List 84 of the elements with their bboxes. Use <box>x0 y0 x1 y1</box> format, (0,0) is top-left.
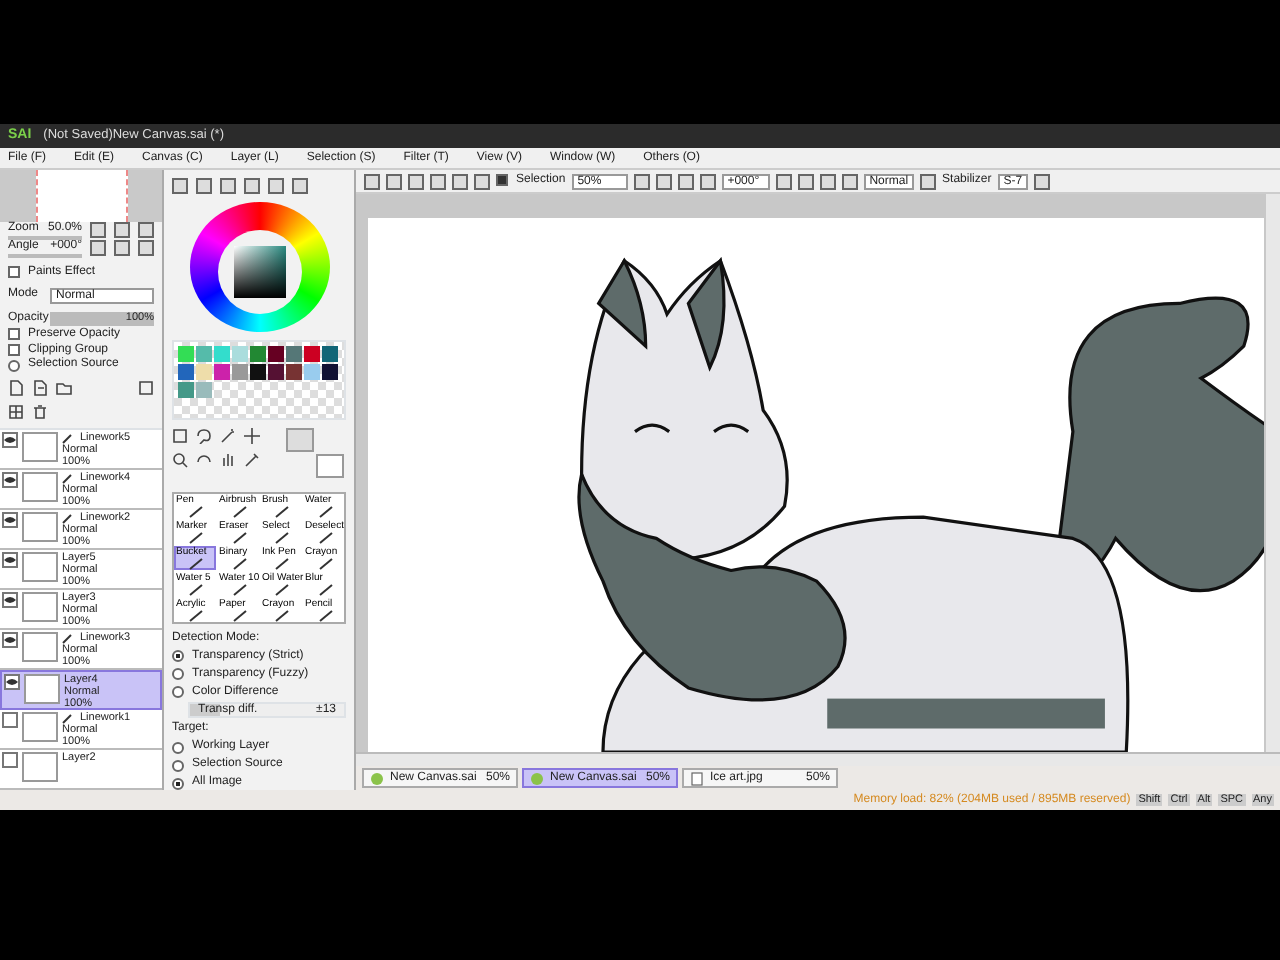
pen-icon <box>62 713 72 724</box>
visibility-toggle[interactable] <box>4 674 20 691</box>
folder-icon[interactable] <box>56 380 72 397</box>
file-icon <box>690 771 704 785</box>
pen-icon <box>62 473 72 484</box>
radio-button[interactable] <box>172 668 184 681</box>
visibility-toggle[interactable] <box>2 752 18 769</box>
zoom-icon[interactable] <box>172 451 188 468</box>
radio-button[interactable] <box>172 685 184 698</box>
color-swatch[interactable] <box>304 346 320 363</box>
color-swatch[interactable] <box>322 364 338 381</box>
layer-thumbnail <box>24 674 60 705</box>
eye-icon <box>4 514 16 527</box>
layer-thumbnail <box>22 512 58 543</box>
eye-icon <box>4 474 16 487</box>
radio-button[interactable] <box>172 741 184 754</box>
rotate-icon[interactable] <box>196 451 212 468</box>
color-swatch[interactable] <box>232 346 248 363</box>
layer-thumbnail <box>22 752 58 783</box>
layer-thumbnail <box>22 712 58 743</box>
color-swatch[interactable] <box>196 346 212 363</box>
color-swatch[interactable] <box>178 346 194 363</box>
visibility-toggle[interactable] <box>2 712 18 729</box>
layer-thumbnail <box>22 432 58 463</box>
color-square[interactable] <box>233 246 285 298</box>
radio-button[interactable] <box>172 759 184 772</box>
eye-icon <box>6 676 18 689</box>
layer-thumbnail <box>22 472 58 503</box>
checkbox[interactable] <box>496 174 508 187</box>
pen-icon <box>62 513 72 524</box>
layer-thumbnail <box>22 592 58 623</box>
lasso-icon[interactable] <box>196 427 212 444</box>
eye-icon <box>4 554 16 567</box>
new-file-icon[interactable] <box>32 380 48 397</box>
radio-button[interactable] <box>8 359 20 372</box>
color-swatch[interactable] <box>286 346 302 363</box>
toolbar-button[interactable] <box>1034 173 1051 189</box>
visibility-toggle[interactable] <box>2 432 18 449</box>
visibility-toggle[interactable] <box>2 592 18 609</box>
color-swatch[interactable] <box>178 382 194 399</box>
eyedropper-icon[interactable] <box>244 451 260 468</box>
color-swatch[interactable] <box>286 364 302 381</box>
color-swatch[interactable] <box>214 364 230 381</box>
document-icon <box>530 771 544 785</box>
visibility-toggle[interactable] <box>2 552 18 569</box>
new-file-icon[interactable] <box>8 380 24 397</box>
wand-icon[interactable] <box>220 427 236 444</box>
color-swatch[interactable] <box>214 346 230 363</box>
background-color[interactable] <box>316 453 344 478</box>
slider-track[interactable] <box>8 253 82 258</box>
eye-icon <box>4 434 16 447</box>
checkbox[interactable] <box>8 343 20 356</box>
grid-icon[interactable] <box>8 404 24 421</box>
color-swatch[interactable] <box>250 364 266 381</box>
color-swatch[interactable] <box>268 364 284 381</box>
selection-rect-icon[interactable] <box>172 427 188 444</box>
eye-icon <box>4 634 16 647</box>
color-swatch[interactable] <box>322 346 338 363</box>
visibility-toggle[interactable] <box>2 472 18 489</box>
color-swatch[interactable] <box>196 364 212 381</box>
visibility-toggle[interactable] <box>2 632 18 649</box>
foreground-color[interactable] <box>286 427 314 452</box>
square-icon[interactable] <box>138 380 154 397</box>
eye-icon <box>4 594 16 607</box>
toolbar-button[interactable] <box>920 173 937 189</box>
pen-icon <box>62 433 72 444</box>
color-swatch[interactable] <box>232 364 248 381</box>
expand-toggle[interactable] <box>8 266 20 279</box>
checkbox[interactable] <box>8 328 20 341</box>
radio-button[interactable] <box>172 777 184 790</box>
trash-icon[interactable] <box>32 404 48 421</box>
slider-track[interactable] <box>8 235 82 240</box>
layer-thumbnail <box>22 632 58 663</box>
layer-thumbnail <box>22 552 58 583</box>
pen-icon <box>62 633 72 644</box>
color-swatch[interactable] <box>250 346 266 363</box>
move-icon[interactable] <box>244 427 260 444</box>
visibility-toggle[interactable] <box>2 512 18 529</box>
radio-button[interactable] <box>172 650 184 663</box>
color-swatch[interactable] <box>196 382 212 399</box>
color-swatch[interactable] <box>178 364 194 381</box>
document-icon <box>370 771 384 785</box>
color-swatch[interactable] <box>304 364 320 381</box>
color-swatch[interactable] <box>268 346 284 363</box>
